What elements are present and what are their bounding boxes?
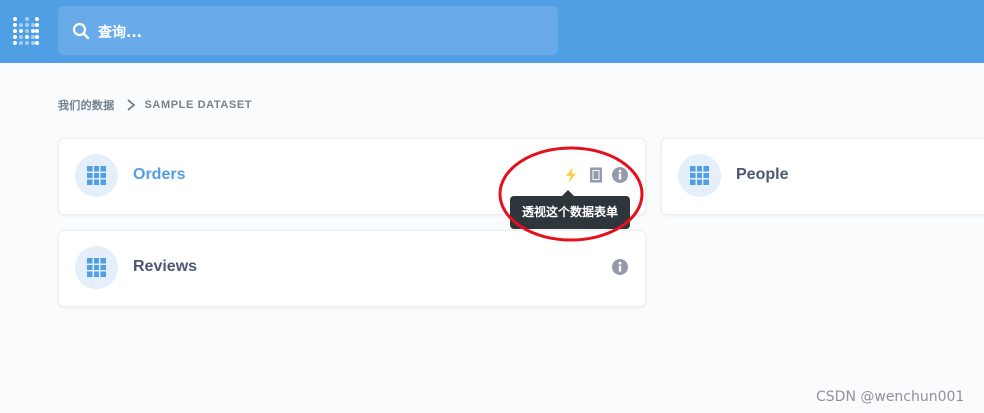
search-input[interactable]: 查询... — [98, 22, 142, 42]
search-icon — [72, 22, 90, 40]
chevron-right-icon — [126, 99, 135, 111]
table-name-people[interactable]: People — [736, 166, 788, 184]
table-icon-badge — [678, 154, 721, 197]
table-grid-icon — [87, 166, 106, 185]
breadcrumb-home-link[interactable]: 我们的数据 — [58, 97, 115, 113]
watermark: CSDN @wenchun001 — [816, 389, 965, 405]
breadcrumb-current: SAMPLE DATASET — [144, 99, 253, 111]
metabase-logo-icon[interactable] — [12, 16, 40, 46]
top-navigation-bar: 查询... — [0, 0, 984, 63]
table-name-reviews[interactable]: Reviews — [133, 258, 197, 276]
info-icon[interactable] — [611, 258, 629, 276]
table-grid-icon — [690, 166, 709, 185]
search-bar[interactable]: 查询... — [58, 6, 558, 55]
annotation-circle — [498, 146, 644, 242]
table-name-orders[interactable]: Orders — [133, 166, 185, 184]
table-card-people[interactable]: People — [661, 138, 984, 215]
table-icon-badge — [75, 246, 118, 289]
breadcrumb: 我们的数据 SAMPLE DATASET — [58, 97, 252, 113]
table-grid-icon — [87, 258, 106, 277]
table-icon-badge — [75, 154, 118, 197]
